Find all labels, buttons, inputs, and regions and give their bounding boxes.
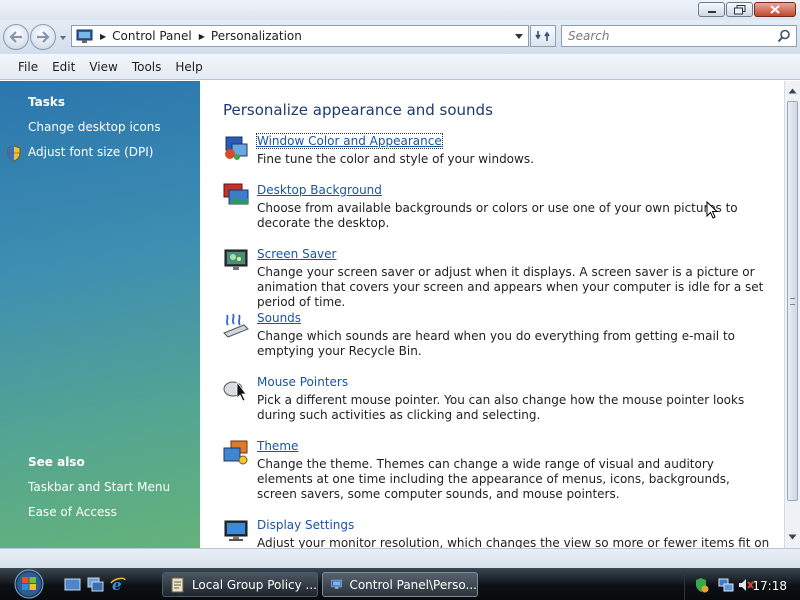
maximize-button[interactable]: [726, 2, 753, 17]
control-panel-icon: [76, 29, 93, 43]
menu-tools[interactable]: Tools: [125, 60, 169, 74]
back-arrow-icon: [9, 31, 22, 43]
sounds-description: Change which sounds are heard when you d…: [257, 329, 735, 358]
address-bar[interactable]: ▶ Control Panel ▶ Personalization: [71, 25, 529, 47]
menu-edit[interactable]: Edit: [45, 60, 82, 74]
taskbar: e Local Group Policy ... Control Panel\P…: [0, 568, 800, 600]
screen-saver-icon: [224, 249, 248, 270]
show-desktop-icon[interactable]: [64, 577, 81, 592]
forward-arrow-icon: [37, 31, 50, 43]
screen-saver-link[interactable]: Screen Saver: [257, 247, 336, 261]
content-pane: Personalize appearance and sounds Window…: [200, 81, 784, 548]
vertical-scrollbar[interactable]: [784, 81, 800, 548]
security-alert-icon[interactable]: [693, 577, 709, 593]
breadcrumb-personalization[interactable]: Personalization: [211, 29, 302, 43]
mouse-pointers-link[interactable]: Mouse Pointers: [257, 375, 348, 389]
windows-logo-icon: [14, 569, 44, 599]
refresh-button[interactable]: [530, 25, 556, 47]
taskbar-item-label: Local Group Policy ...: [191, 577, 317, 592]
switch-windows-icon[interactable]: [87, 577, 104, 592]
scroll-up-icon: [788, 88, 797, 94]
minimize-button[interactable]: [698, 2, 725, 17]
scroll-grip: [790, 298, 795, 305]
scroll-up-button[interactable]: [787, 84, 798, 98]
tasks-heading: Tasks: [28, 95, 66, 109]
clock[interactable]: 17:18: [752, 579, 787, 593]
uac-shield-icon: [7, 145, 21, 162]
address-dropdown-icon[interactable]: [514, 33, 524, 41]
back-button[interactable]: [3, 24, 29, 50]
window-color-icon: [225, 136, 248, 160]
screen-saver-description: Change your screen saver or adjust when …: [257, 265, 764, 309]
search-box: [561, 25, 797, 47]
desktop-background-link[interactable]: Desktop Background: [257, 183, 382, 197]
change-desktop-icons-link[interactable]: Change desktop icons: [28, 120, 161, 134]
theme-description: Change the theme. Themes can change a wi…: [257, 457, 730, 501]
scroll-thumb[interactable]: [787, 101, 798, 501]
breadcrumb-separator: ▶: [198, 31, 205, 41]
menu-bar: File Edit View Tools Help: [0, 54, 800, 80]
theme-icon: [223, 440, 248, 465]
menu-help[interactable]: Help: [168, 60, 209, 74]
mouse-cursor-icon: [706, 201, 718, 219]
restore-icon: [733, 4, 745, 14]
search-input[interactable]: [562, 26, 762, 46]
task-pane: Tasks Change desktop icons Adjust font s…: [0, 81, 200, 548]
taskbar-start-menu-link[interactable]: Taskbar and Start Menu: [28, 480, 170, 494]
group-policy-icon: [171, 577, 184, 592]
breadcrumb-control-panel[interactable]: Control Panel: [112, 29, 192, 43]
sounds-icon: [223, 313, 249, 338]
display-settings-description: Adjust your monitor resolution, which ch…: [257, 536, 770, 548]
display-settings-icon: [224, 520, 248, 541]
mouse-pointers-description: Pick a different mouse pointer. You can …: [257, 393, 745, 422]
mouse-pointers-icon: [223, 380, 247, 402]
close-icon: [770, 5, 780, 14]
network-icon[interactable]: [718, 577, 734, 593]
refresh-icon: [535, 31, 550, 41]
search-icon[interactable]: [777, 29, 791, 43]
page-title: Personalize appearance and sounds: [223, 101, 493, 119]
desktop-background-description: Choose from available backgrounds or col…: [257, 201, 738, 230]
internet-explorer-icon[interactable]: e: [110, 577, 127, 592]
taskbar-item-control-panel[interactable]: Control Panel\Perso...: [322, 572, 478, 597]
display-settings-link[interactable]: Display Settings: [257, 518, 354, 532]
ease-of-access-link[interactable]: Ease of Access: [28, 505, 117, 519]
breadcrumb-separator: ▶: [100, 31, 107, 41]
adjust-font-size-link[interactable]: Adjust font size (DPI): [28, 145, 153, 159]
status-bar: [0, 548, 800, 568]
title-bar: [0, 0, 800, 20]
window-color-description: Fine tune the color and style of your wi…: [257, 152, 534, 166]
menu-view[interactable]: View: [82, 60, 124, 74]
control-panel-icon: [331, 579, 343, 589]
see-also-heading: See also: [28, 455, 85, 469]
scroll-down-icon: [788, 534, 797, 540]
navigation-bar: ▶ Control Panel ▶ Personalization: [0, 20, 800, 54]
menu-file[interactable]: File: [11, 60, 45, 74]
theme-link[interactable]: Theme: [257, 439, 298, 453]
notification-area: 17:18: [684, 570, 800, 600]
close-button[interactable]: [754, 2, 796, 17]
taskbar-item-label: Control Panel\Perso...: [349, 577, 477, 592]
desktop-background-icon: [223, 183, 249, 205]
minimize-icon: [707, 10, 716, 13]
start-button[interactable]: [8, 568, 50, 600]
forward-button[interactable]: [30, 24, 56, 50]
taskbar-item-group-policy[interactable]: Local Group Policy ...: [162, 572, 318, 597]
scroll-down-button[interactable]: [787, 530, 798, 544]
window-controls: [698, 2, 796, 17]
sounds-link[interactable]: Sounds: [257, 311, 301, 325]
recent-pages-chevron-icon[interactable]: [59, 34, 67, 42]
window-color-link[interactable]: Window Color and Appearance: [256, 133, 443, 149]
